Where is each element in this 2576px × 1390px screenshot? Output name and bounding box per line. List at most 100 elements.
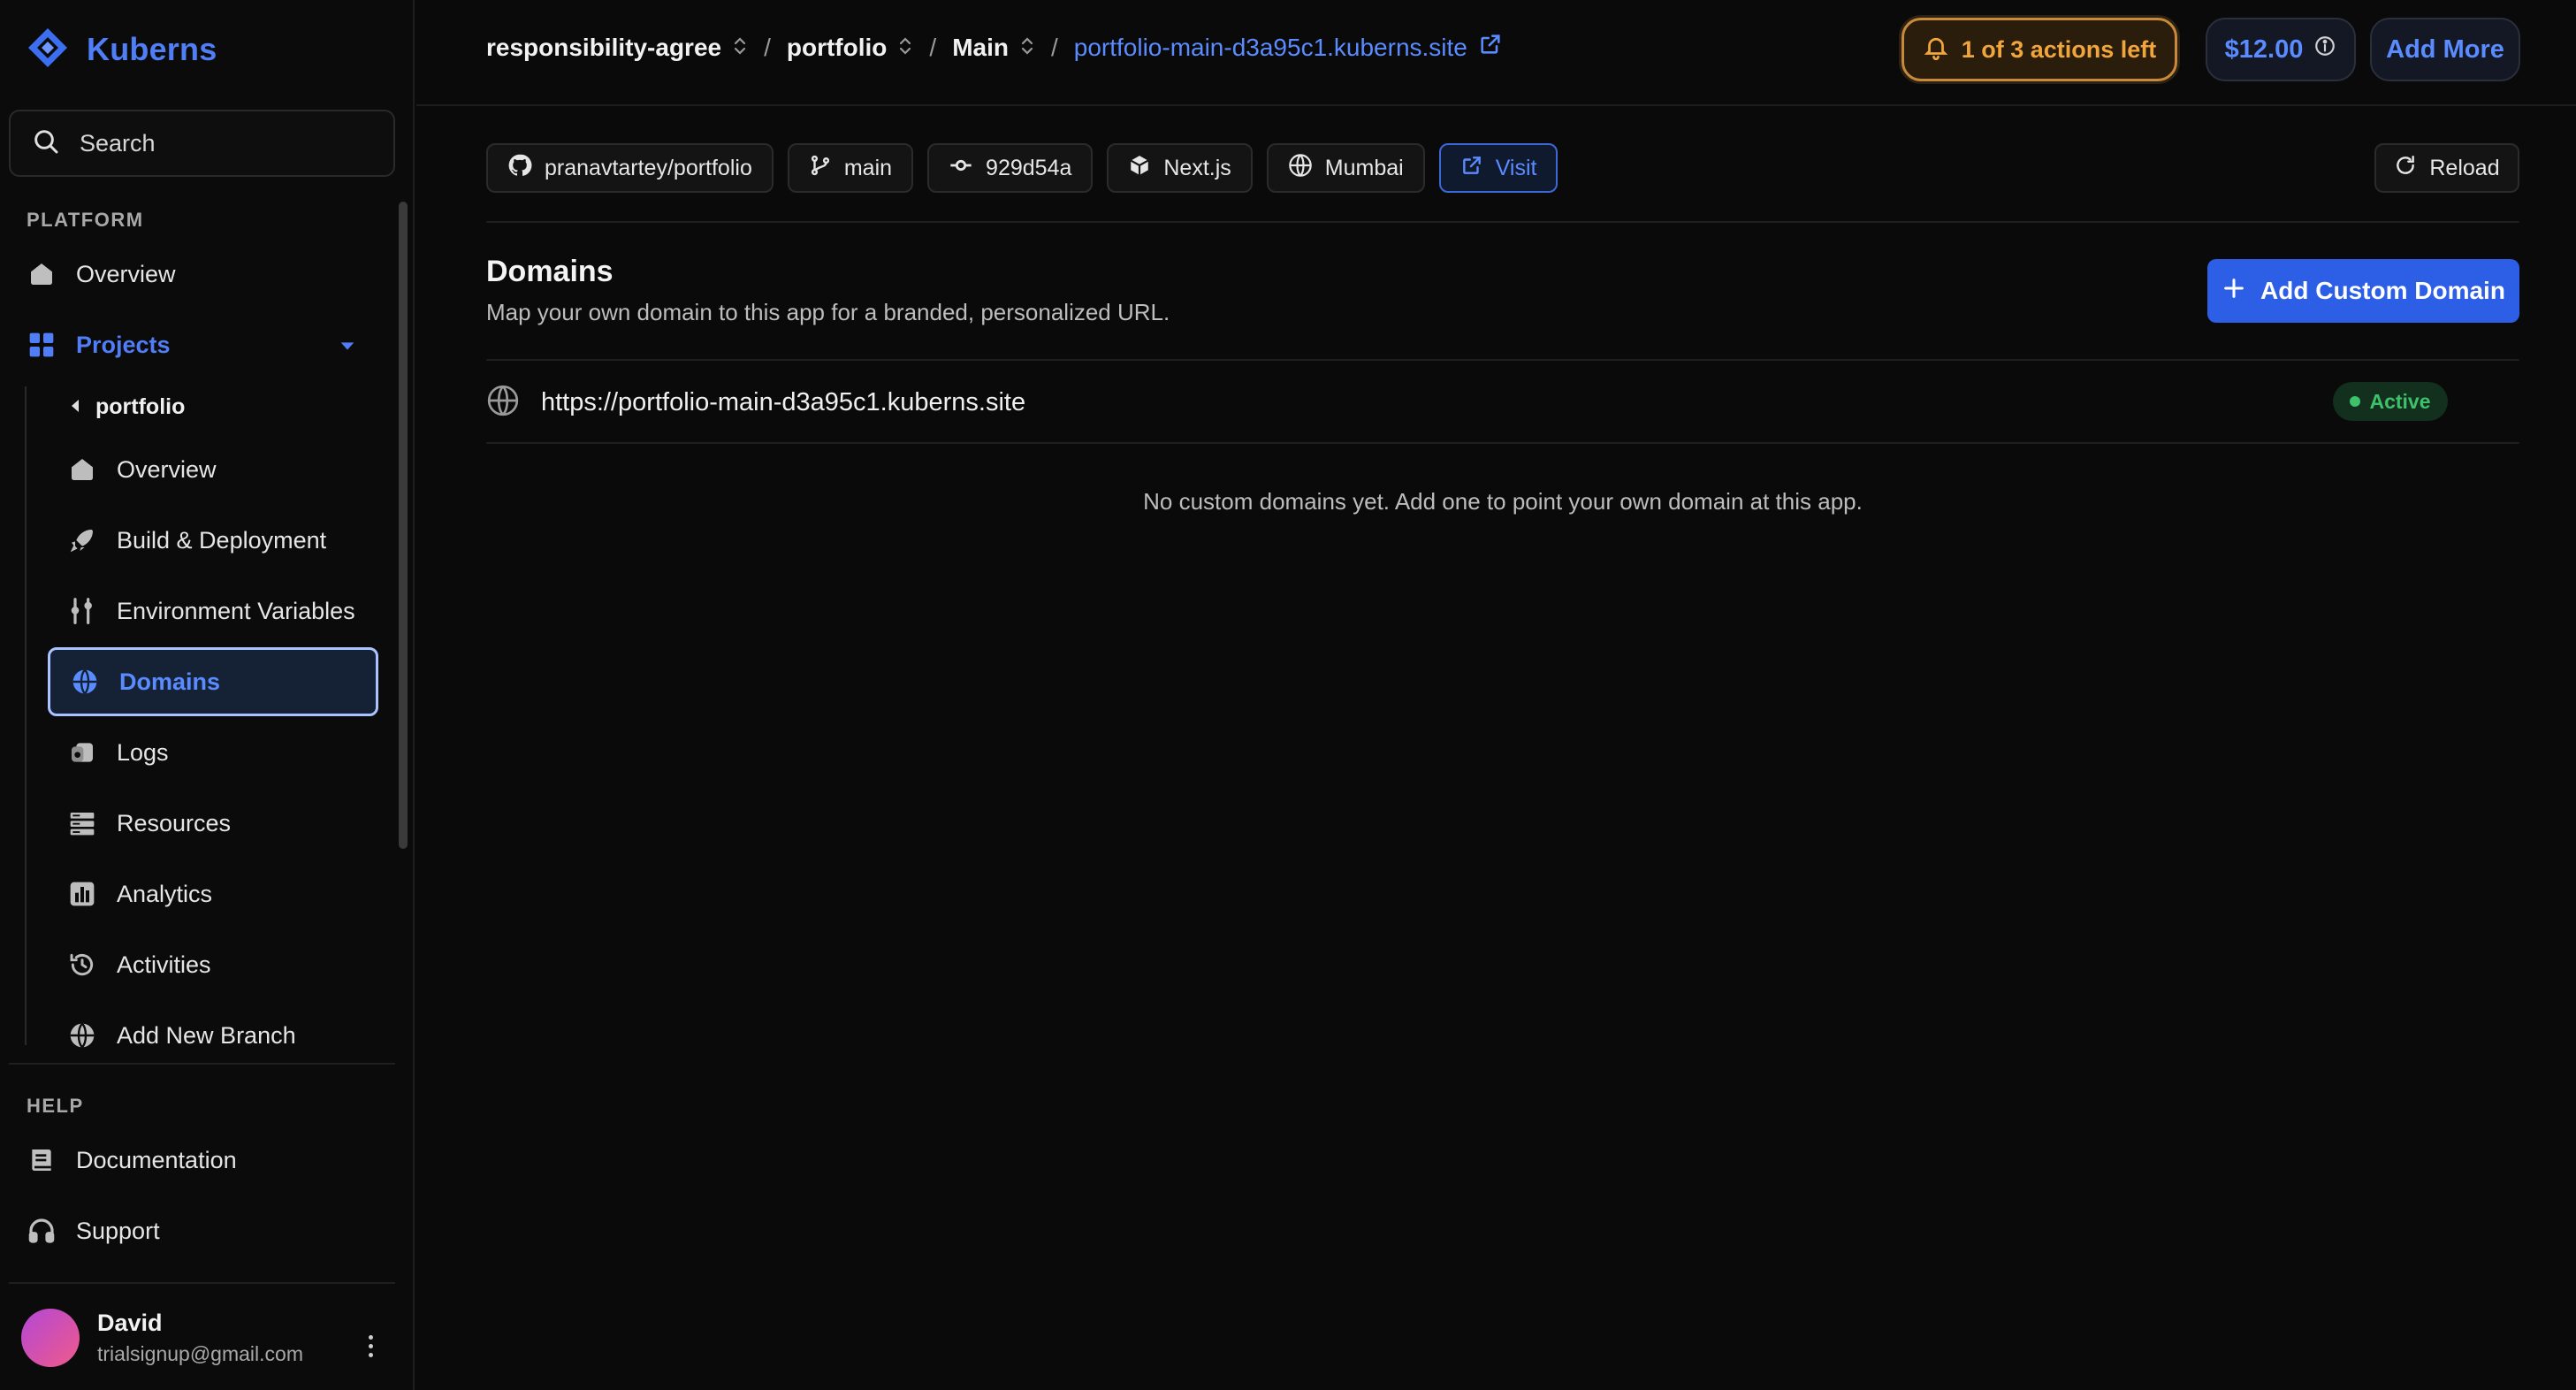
github-icon (507, 153, 532, 184)
add-more-button[interactable]: Add More (2370, 18, 2520, 81)
sidebar-item-label: Build & Deployment (117, 526, 327, 554)
more-options-icon[interactable] (357, 1329, 384, 1363)
commit-label: 929d54a (986, 155, 1072, 180)
breadcrumb-workspace-label: responsibility-agree (486, 33, 722, 61)
user-profile[interactable]: David trialsignup@gmail.com (21, 1309, 303, 1367)
sidebar-item-analytics[interactable]: Analytics (48, 859, 378, 928)
status-badge: Active (2333, 382, 2448, 421)
sidebar-item-build-deployment[interactable]: Build & Deployment (48, 506, 378, 575)
breadcrumb-branch-label: Main (952, 33, 1009, 61)
actions-left-label: 1 of 3 actions left (1961, 35, 2157, 63)
project-name: portfolio (95, 394, 186, 419)
platform-section-label: PLATFORM (27, 209, 144, 231)
sidebar-item-label: Documentation (76, 1146, 237, 1173)
breadcrumb-separator: / (764, 33, 771, 61)
sidebar-item-label: Support (76, 1217, 160, 1244)
tree-guide-line (25, 386, 27, 1045)
help-section-label: HELP (27, 1095, 84, 1117)
domain-url[interactable]: https://portfolio-main-d3a95c1.kuberns.s… (541, 388, 1025, 417)
visit-label: Visit (1495, 155, 1537, 180)
breadcrumb-project[interactable]: portfolio (787, 34, 914, 62)
top-bar: responsibility-agree / portfolio / Main … (416, 0, 2576, 106)
sidebar-item-projects[interactable]: Projects (27, 311, 362, 378)
chevron-up-down-icon (732, 35, 748, 60)
breadcrumb-site-label: portfolio-main-d3a95c1.kuberns.site (1073, 33, 1467, 61)
framework-chip[interactable]: Next.js (1107, 143, 1253, 193)
chevron-up-down-icon (897, 35, 913, 60)
breadcrumb-branch[interactable]: Main (952, 34, 1035, 62)
sidebar-item-resources[interactable]: Resources (48, 789, 378, 858)
section-divider (486, 221, 2519, 223)
section-divider (486, 442, 2519, 444)
external-link-icon (1478, 32, 1503, 63)
sidebar-item-label: Overview (76, 260, 176, 287)
globe-icon (70, 667, 100, 697)
server-icon (67, 808, 97, 838)
reload-label: Reload (2429, 155, 2500, 180)
bar-chart-icon (67, 879, 97, 909)
branch-chip[interactable]: main (787, 143, 914, 193)
headphones-icon (27, 1216, 57, 1246)
region-chip[interactable]: Mumbai (1266, 143, 1425, 193)
sidebar-item-label: Overview (117, 455, 217, 483)
sidebar-scrollbar[interactable] (399, 202, 408, 849)
repo-chip[interactable]: pranavtartey/portfolio (486, 143, 774, 193)
page-title: Domains (486, 255, 614, 288)
status-label: Active (2369, 389, 2431, 413)
credit-amount: $12.00 (2224, 34, 2304, 64)
add-custom-domain-label: Add Custom Domain (2260, 277, 2505, 304)
user-email: trialsignup@gmail.com (97, 1342, 303, 1365)
credit-balance-pill[interactable]: $12.00 (2206, 18, 2356, 81)
commit-chip[interactable]: 929d54a (927, 143, 1094, 193)
sidebar-item-overview[interactable]: Overview (27, 241, 176, 308)
info-icon[interactable] (2313, 34, 2336, 65)
sidebar-item-label: Analytics (117, 880, 213, 907)
caret-left-icon (69, 394, 81, 420)
external-link-icon (1460, 154, 1483, 183)
search-icon (32, 127, 60, 160)
empty-state-message: No custom domains yet. Add one to point … (1143, 488, 1863, 515)
search-box[interactable] (9, 110, 395, 177)
sidebar-item-environment-variables[interactable]: Environment Variables (48, 577, 378, 645)
chevron-up-down-icon (1019, 35, 1035, 60)
sidebar-item-support[interactable]: Support (27, 1197, 160, 1264)
search-input[interactable] (80, 129, 380, 157)
visit-button[interactable]: Visit (1438, 143, 1559, 193)
breadcrumb-separator: / (1050, 33, 1058, 61)
sidebar-item-label: Add New Branch (117, 1021, 296, 1049)
project-back-link[interactable]: portfolio (69, 394, 185, 420)
rocket-icon (67, 525, 97, 555)
status-dot (2350, 396, 2361, 407)
region-label: Mumbai (1324, 155, 1404, 180)
book-icon (27, 1145, 57, 1175)
kuberns-logo-icon (27, 27, 69, 73)
sidebar-item-domains[interactable]: Domains (48, 647, 378, 716)
brand-name: Kuberns (87, 31, 217, 67)
sidebar-item-label: Activities (117, 951, 211, 978)
breadcrumb-site-link[interactable]: portfolio-main-d3a95c1.kuberns.site (1074, 32, 1503, 63)
sidebar-item-project-overview[interactable]: Overview (48, 435, 378, 504)
plus-icon (2222, 276, 2246, 307)
home-icon (67, 454, 97, 485)
add-more-label: Add More (2386, 34, 2504, 64)
actions-left-badge[interactable]: 1 of 3 actions left (1902, 18, 2177, 81)
sidebar-divider (9, 1063, 395, 1065)
add-custom-domain-button[interactable]: Add Custom Domain (2207, 259, 2519, 323)
reload-button[interactable]: Reload (2374, 143, 2519, 193)
home-icon (27, 259, 57, 289)
sidebar-item-activities[interactable]: Activities (48, 930, 378, 999)
sidebar-item-logs[interactable]: Logs (48, 718, 378, 787)
sidebar-item-documentation[interactable]: Documentation (27, 1127, 237, 1194)
caret-down-icon[interactable] (338, 334, 357, 362)
globe-icon (1288, 153, 1313, 184)
domain-row[interactable]: https://portfolio-main-d3a95c1.kuberns.s… (486, 361, 2519, 444)
framework-label: Next.js (1163, 155, 1231, 180)
user-name: David (97, 1310, 163, 1336)
sidebar-divider (9, 1282, 395, 1284)
brand[interactable]: Kuberns (27, 25, 217, 74)
sidebar-item-label: Environment Variables (117, 597, 355, 624)
breadcrumb-workspace[interactable]: responsibility-agree (486, 34, 748, 62)
sidebar-item-add-new-branch[interactable]: Add New Branch (48, 1001, 378, 1070)
sliders-icon (67, 596, 97, 626)
sidebar-item-label: Domains (119, 668, 221, 695)
